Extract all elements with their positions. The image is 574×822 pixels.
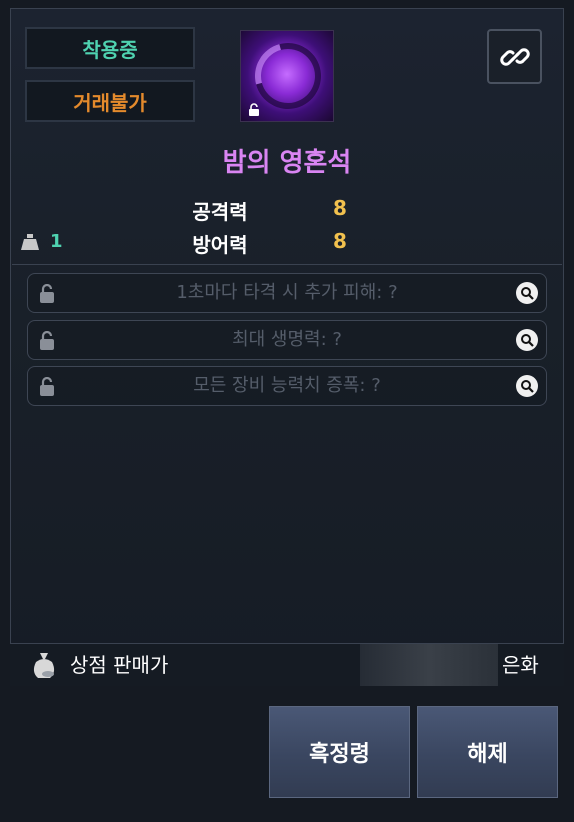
untradable-badge: 거래불가: [25, 80, 195, 122]
black-spirit-button[interactable]: 흑정령: [269, 706, 410, 798]
hidden-option-1[interactable]: 1초마다 타격 시 추가 피해: ?: [27, 273, 547, 313]
stat-defense-value: 8: [333, 229, 347, 253]
link-button[interactable]: [487, 29, 542, 84]
magnifier-icon[interactable]: [516, 282, 538, 304]
link-icon: [499, 47, 530, 66]
weight-indicator: 1: [20, 231, 63, 252]
stat-attack-value: 8: [333, 196, 347, 220]
item-name: 밤의 영혼석: [222, 148, 352, 178]
equipped-badge: 착용중: [25, 27, 195, 69]
money-bag-icon: [33, 653, 55, 678]
magnifier-icon[interactable]: [516, 375, 538, 397]
option-text: 1초마다 타격 시 추가 피해: ?: [176, 282, 398, 303]
sale-price-amount-redacted: [360, 644, 498, 686]
release-button[interactable]: 해제: [417, 706, 558, 798]
soul-stone-icon: [240, 30, 334, 122]
weight-icon: [21, 233, 39, 250]
weight-value: 1: [50, 231, 63, 252]
lock-icon: [40, 331, 54, 350]
lock-icon: [40, 284, 54, 303]
hidden-option-3[interactable]: 모든 장비 능력치 증폭: ?: [27, 366, 547, 406]
sale-price-label: 상점 판매가: [70, 653, 169, 677]
hidden-option-2[interactable]: 최대 생명력: ?: [27, 320, 547, 360]
option-text: 모든 장비 능력치 증폭: ?: [193, 375, 381, 396]
currency-label: 은화: [502, 653, 539, 677]
shop-sale-price-bar: 상점 판매가 은화: [10, 643, 564, 686]
option-text: 최대 생명력: ?: [232, 329, 342, 350]
lock-icon: [249, 103, 259, 116]
stat-defense-label: 방어력: [192, 233, 248, 257]
magnifier-icon[interactable]: [516, 329, 538, 351]
stat-attack-label: 공격력: [192, 200, 248, 224]
lock-icon: [40, 377, 54, 396]
divider: [12, 264, 562, 265]
